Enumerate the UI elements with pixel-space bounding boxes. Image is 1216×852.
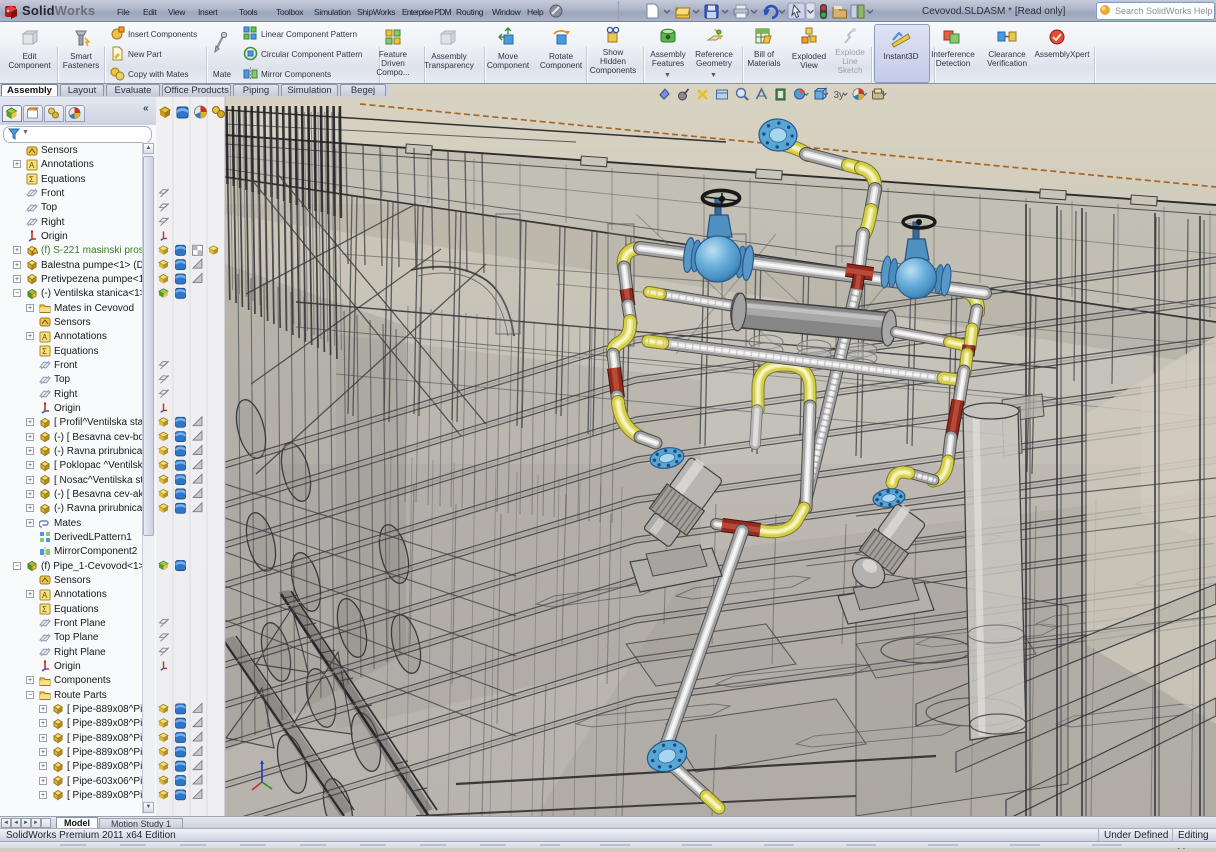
svg-text:A: A — [29, 161, 35, 170]
svg-text:Σ: Σ — [29, 175, 34, 184]
svg-text:A: A — [42, 333, 48, 342]
svg-text:Σ: Σ — [42, 605, 47, 614]
svg-text:Σ: Σ — [42, 347, 47, 356]
svg-text:3y: 3y — [834, 90, 845, 101]
svg-text:A: A — [42, 591, 48, 600]
